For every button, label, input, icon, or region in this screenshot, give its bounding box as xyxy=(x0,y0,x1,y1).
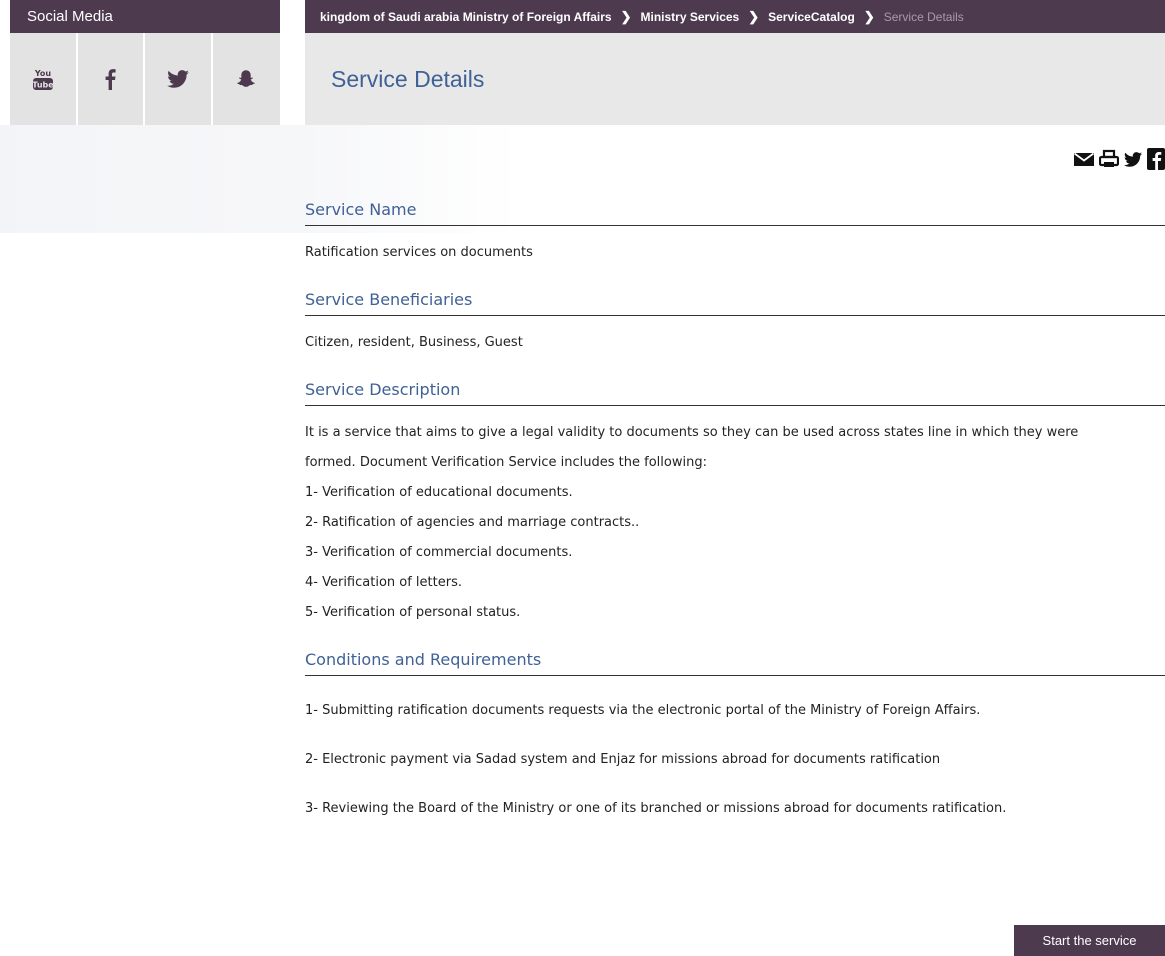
description-line: 5- Verification of personal status. xyxy=(305,605,521,620)
breadcrumb-item-service-catalog[interactable]: ServiceCatalog xyxy=(768,10,855,24)
service-name-section: Service Name Ratification services on do… xyxy=(305,200,1165,268)
email-icon[interactable] xyxy=(1073,151,1095,167)
page-title: Service Details xyxy=(331,65,485,92)
breadcrumb: kingdom of Saudi arabia Ministry of Fore… xyxy=(305,0,1165,33)
beneficiaries-section: Service Beneficiaries Citizen, resident,… xyxy=(305,290,1165,358)
chevron-right-icon: ❯ xyxy=(863,8,875,24)
service-name-heading: Service Name xyxy=(305,200,1165,226)
breadcrumb-item-ministry-services[interactable]: Ministry Services xyxy=(641,10,740,24)
snapchat-icon xyxy=(236,69,256,89)
svg-text:You: You xyxy=(34,69,52,78)
requirement-item: 1- Submitting ratification documents req… xyxy=(305,703,981,718)
description-line: It is a service that aims to give a lega… xyxy=(305,425,1079,440)
share-toolbar xyxy=(1073,148,1165,170)
description-body: It is a service that aims to give a lega… xyxy=(305,418,1165,628)
print-icon[interactable] xyxy=(1098,149,1120,169)
page-title-bar: Service Details xyxy=(305,33,1165,125)
twitter-icon[interactable] xyxy=(1124,151,1142,167)
beneficiaries-heading: Service Beneficiaries xyxy=(305,290,1165,316)
twitter-icon xyxy=(166,70,189,88)
svg-text:Tube: Tube xyxy=(33,81,53,90)
facebook-icon xyxy=(104,68,116,90)
youtube-link[interactable]: You Tube xyxy=(10,33,76,125)
requirements-list: 1- Submitting ratification documents req… xyxy=(305,696,1165,824)
description-line: formed. Document Verification Service in… xyxy=(305,455,707,470)
service-name-value: Ratification services on documents xyxy=(305,245,533,260)
facebook-link[interactable] xyxy=(77,33,143,125)
social-media-sidebar: Social Media You Tube xyxy=(10,0,280,125)
beneficiaries-value: Citizen, resident, Business, Guest xyxy=(305,335,523,350)
breadcrumb-item-home[interactable]: kingdom of Saudi arabia Ministry of Fore… xyxy=(320,10,612,24)
chevron-right-icon: ❯ xyxy=(620,8,632,24)
description-line: 3- Verification of commercial documents. xyxy=(305,545,573,560)
service-details-content: Service Name Ratification services on do… xyxy=(305,200,1165,843)
social-links-row: You Tube xyxy=(10,33,280,125)
description-line: 1- Verification of educational documents… xyxy=(305,485,573,500)
description-line: 2- Ratification of agencies and marriage… xyxy=(305,515,640,530)
requirement-item: 2- Electronic payment via Sadad system a… xyxy=(305,752,941,767)
description-heading: Service Description xyxy=(305,380,1165,406)
description-section: Service Description It is a service that… xyxy=(305,380,1165,628)
breadcrumb-current: Service Details xyxy=(883,9,964,24)
requirements-section: Conditions and Requirements 1- Submittin… xyxy=(305,650,1165,824)
social-media-title: Social Media xyxy=(10,0,280,33)
start-service-button[interactable]: Start the service xyxy=(1014,925,1165,956)
requirements-heading: Conditions and Requirements xyxy=(305,650,1165,676)
snapchat-link[interactable] xyxy=(212,33,280,125)
main-content: kingdom of Saudi arabia Ministry of Fore… xyxy=(305,0,1165,956)
requirement-item: 3- Reviewing the Board of the Ministry o… xyxy=(305,801,1007,816)
youtube-icon: You Tube xyxy=(32,67,53,91)
twitter-link[interactable] xyxy=(145,33,211,125)
facebook-icon[interactable] xyxy=(1147,148,1165,170)
description-line: 4- Verification of letters. xyxy=(305,575,462,590)
chevron-right-icon: ❯ xyxy=(748,8,760,24)
